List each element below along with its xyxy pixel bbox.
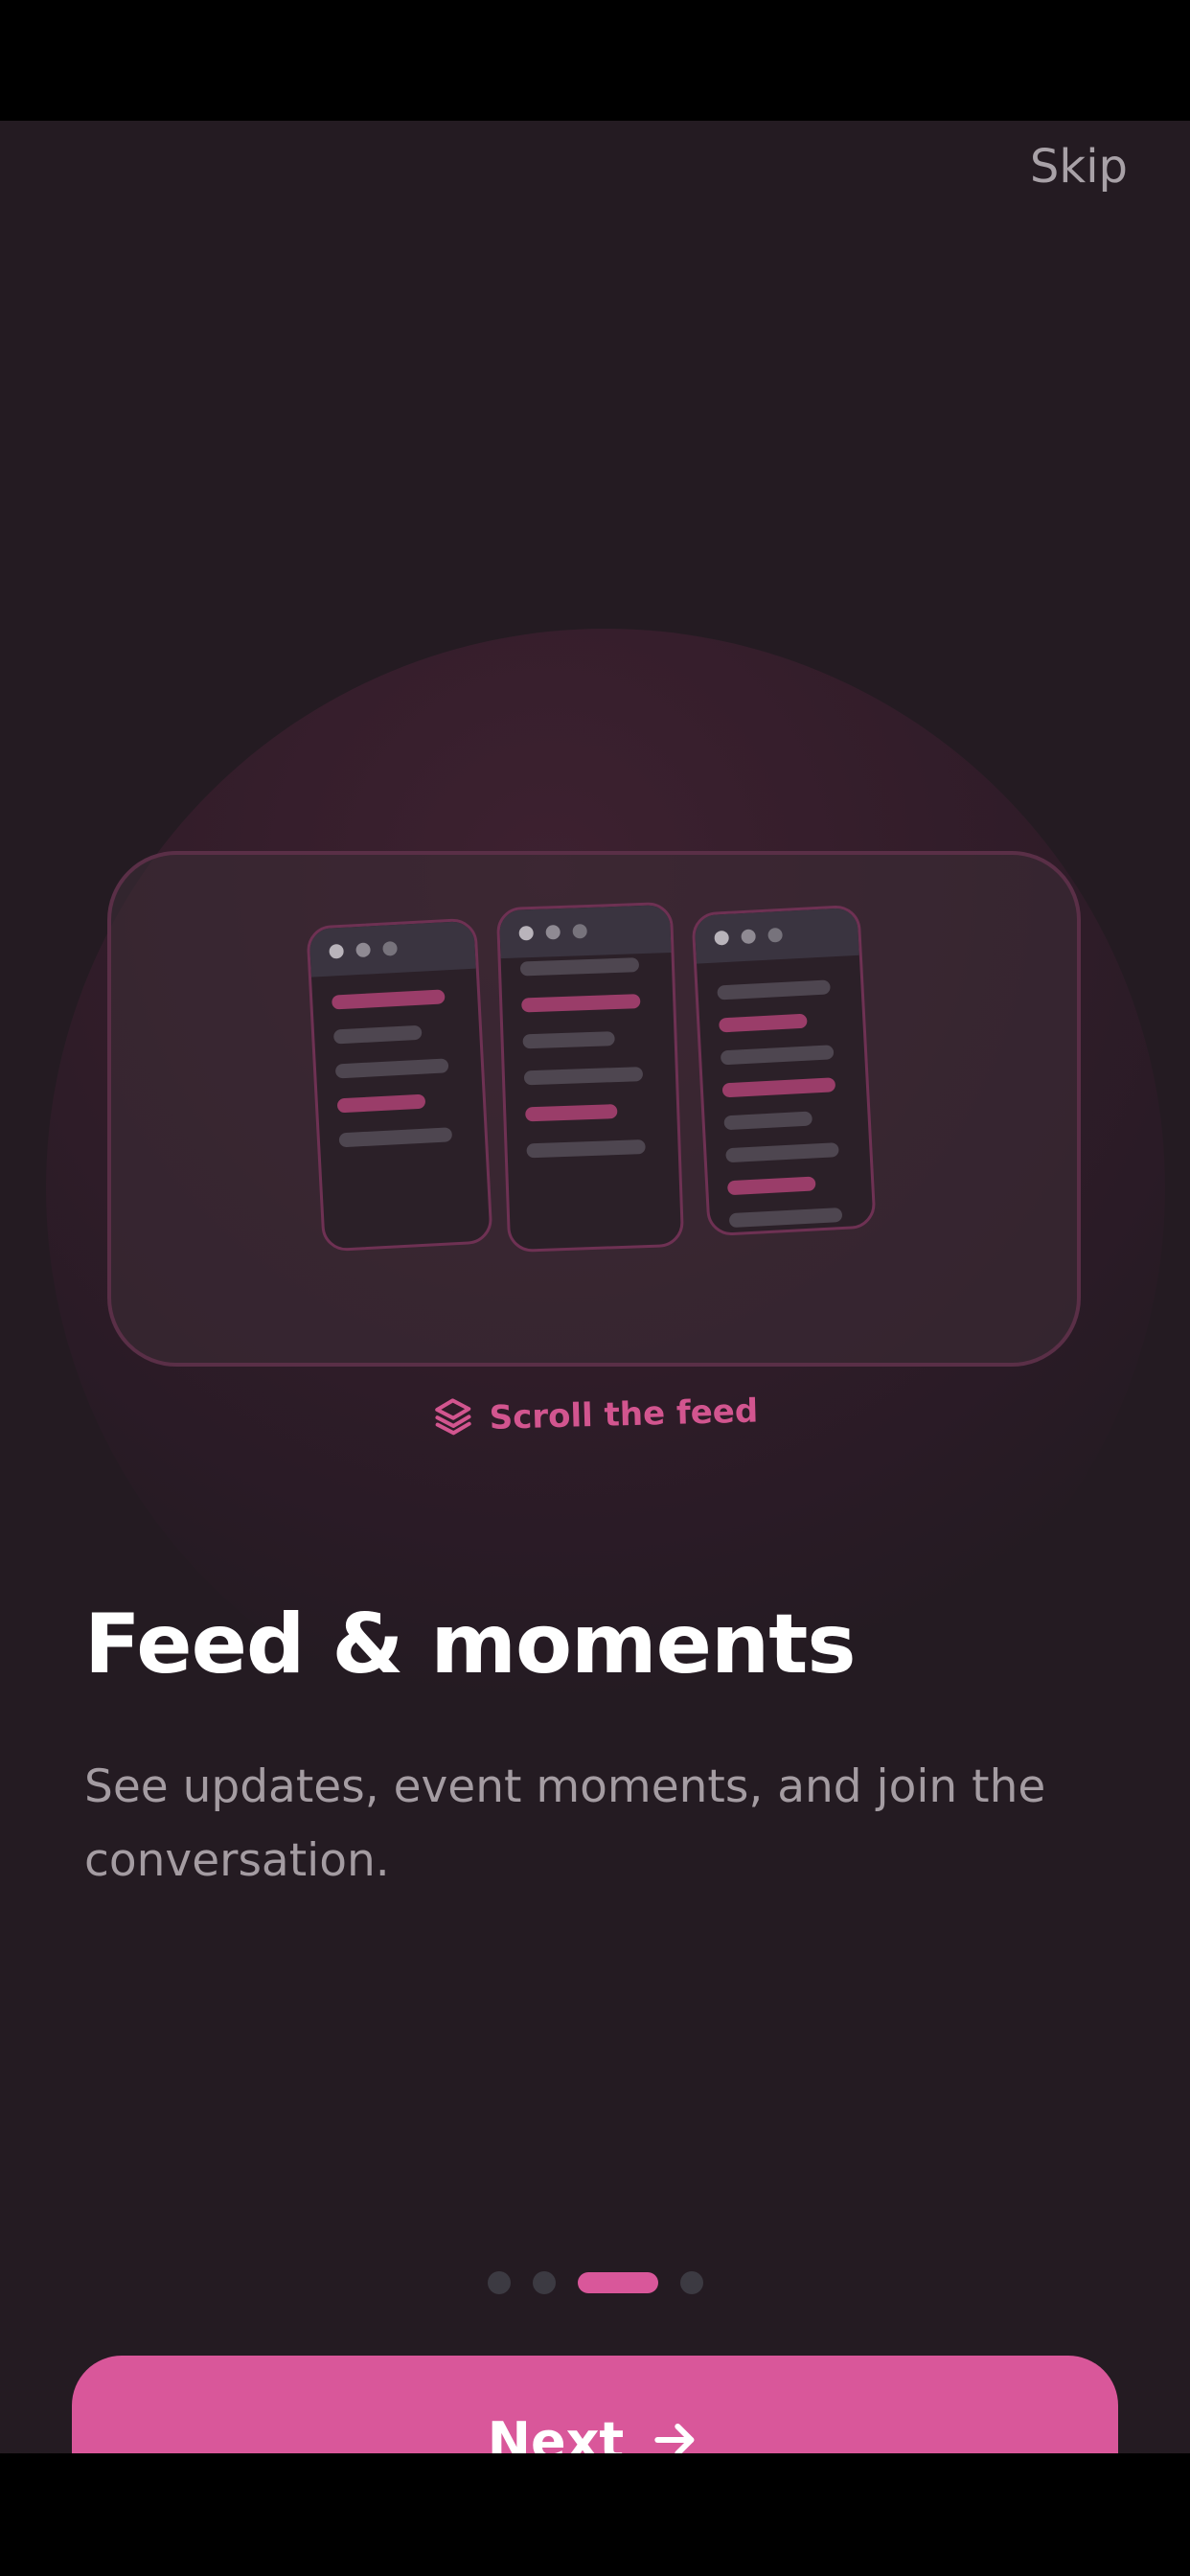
phone-mockup-left xyxy=(306,917,493,1253)
feed-illustration-card xyxy=(107,851,1081,1367)
phone-mockup-center xyxy=(495,901,685,1254)
pagination-dot xyxy=(679,2271,703,2294)
pagination-dot-active xyxy=(577,2272,658,2293)
pagination-dots xyxy=(0,2271,1190,2294)
phone-mockup-right xyxy=(691,904,877,1237)
pagination-dot xyxy=(532,2271,556,2294)
skip-button[interactable]: Skip xyxy=(1030,140,1128,194)
next-button[interactable]: Next xyxy=(72,2356,1118,2453)
status-bar-area xyxy=(0,0,1190,121)
phone-header xyxy=(498,905,672,959)
next-button-label: Next xyxy=(487,2410,625,2454)
onboarding-screen: Skip Scroll the feed Feed & moments See … xyxy=(0,121,1190,2453)
illustration-caption-text: Scroll the feed xyxy=(489,1392,759,1438)
phone-header xyxy=(694,907,859,964)
page-description: See updates, event moments, and join the… xyxy=(84,1760,1046,1887)
layers-icon xyxy=(431,1394,474,1446)
page-title: Feed & moments xyxy=(84,1597,857,1692)
phone-header xyxy=(309,920,476,978)
pagination-dot xyxy=(487,2271,511,2294)
arrow-right-icon xyxy=(649,2413,702,2453)
navigation-bar-area xyxy=(0,2453,1190,2576)
